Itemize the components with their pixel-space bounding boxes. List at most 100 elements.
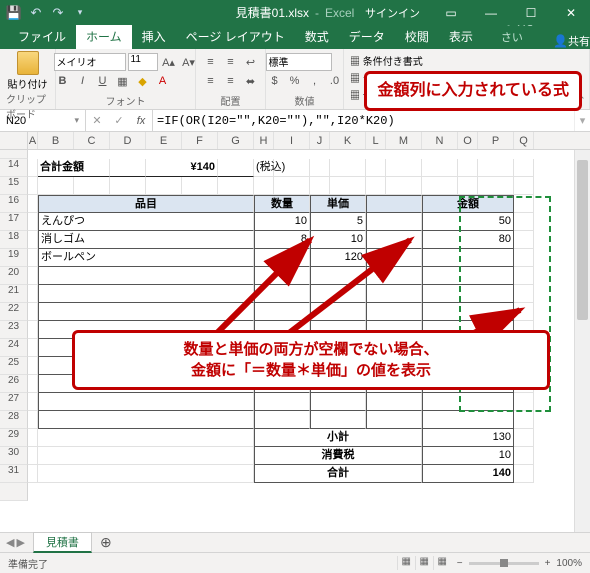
item-name-0[interactable]: えんぴつ (38, 213, 254, 231)
row-31[interactable]: 31 合計 140 (0, 465, 590, 483)
view-buttons[interactable]: ▦▦▦ (397, 556, 451, 570)
col-A[interactable]: A (28, 132, 38, 149)
zoom-slider[interactable] (469, 562, 539, 565)
tab-insert[interactable]: 挿入 (132, 24, 176, 49)
conditional-formatting-button[interactable]: ▦ 条件付き書式 (350, 53, 452, 68)
increase-decimal-icon[interactable]: .0 (326, 72, 344, 90)
row-16[interactable]: 16 品目 数量 単価 金額 (0, 195, 590, 213)
normal-view-icon[interactable]: ▦ (397, 556, 415, 570)
underline-button[interactable]: U (94, 72, 112, 90)
col-I[interactable]: I (274, 132, 310, 149)
col-E[interactable]: E (146, 132, 182, 149)
percent-format-icon[interactable]: % (286, 72, 304, 90)
save-icon[interactable]: 💾 (4, 3, 24, 23)
tax-incl[interactable]: (税込) (254, 159, 274, 177)
row-15[interactable]: 15 (0, 177, 590, 195)
row-27[interactable]: 27 (0, 393, 590, 411)
row-21[interactable]: 21 (0, 285, 590, 303)
item-price-0[interactable]: 5 (310, 213, 366, 231)
tab-home[interactable]: ホーム (76, 24, 132, 49)
redo-icon[interactable]: ↷ (48, 3, 68, 23)
row-29[interactable]: 29 小計 130 (0, 429, 590, 447)
tax-value[interactable]: 10 (422, 447, 514, 465)
increase-font-icon[interactable]: A▴ (160, 53, 178, 71)
formula-input[interactable]: =IF(OR(I20="",K20=""),"",I20*K20) (153, 110, 574, 131)
subtotal-value[interactable]: 130 (422, 429, 514, 447)
row-30[interactable]: 30 消費税 10 (0, 447, 590, 465)
cancel-formula-icon[interactable]: ✕ (86, 114, 108, 127)
grand-label[interactable]: 合計 (254, 465, 422, 483)
item-qty-0[interactable]: 10 (254, 213, 310, 231)
accounting-format-icon[interactable]: $ (266, 72, 284, 90)
close-button[interactable]: ✕ (552, 0, 590, 25)
tab-file[interactable]: ファイル (8, 24, 76, 49)
col-Q[interactable]: Q (514, 132, 534, 149)
vertical-scrollbar[interactable] (574, 150, 590, 532)
italic-button[interactable]: I (74, 72, 92, 90)
col-F[interactable]: F (182, 132, 218, 149)
comma-format-icon[interactable]: , (306, 72, 324, 90)
total-label[interactable]: 合計金額 (38, 159, 110, 177)
col-P[interactable]: P (478, 132, 514, 149)
merge-cells-icon[interactable]: ⬌ (242, 72, 260, 90)
signin-link[interactable]: サインイン (355, 5, 430, 21)
hdr-qty[interactable]: 数量 (254, 195, 310, 213)
align-left-icon[interactable]: ≡ (202, 72, 220, 90)
row-14[interactable]: 14 合計金額 ¥140 (税込) (0, 159, 590, 177)
tab-review[interactable]: 校閲 (395, 24, 439, 49)
row-28[interactable]: 28 (0, 411, 590, 429)
item-price-2[interactable]: 120 (310, 249, 366, 267)
page-layout-view-icon[interactable]: ▦ (415, 556, 433, 570)
enter-formula-icon[interactable]: ✓ (108, 114, 130, 127)
hdr-price[interactable]: 単価 (310, 195, 366, 213)
item-price-1[interactable]: 10 (310, 231, 366, 249)
paste-button[interactable]: 貼り付け (8, 51, 48, 91)
ribbon-options-icon[interactable]: ▭ (432, 0, 470, 25)
align-center-icon[interactable]: ≡ (222, 72, 240, 90)
align-top-icon[interactable]: ≡ (202, 53, 220, 71)
border-button[interactable]: ▦ (114, 72, 132, 90)
col-N[interactable]: N (422, 132, 458, 149)
col-B[interactable]: B (38, 132, 74, 149)
hdr-item[interactable]: 品目 (38, 195, 254, 213)
hdr-spacer[interactable] (366, 195, 422, 213)
col-O[interactable]: O (458, 132, 478, 149)
page-break-view-icon[interactable]: ▦ (433, 556, 451, 570)
item-qty-1[interactable]: 8 (254, 231, 310, 249)
sheet-nav[interactable]: ◀▶ (0, 536, 31, 549)
col-H[interactable]: H (254, 132, 274, 149)
col-C[interactable]: C (74, 132, 110, 149)
item-amount-0[interactable]: 50 (422, 213, 514, 231)
undo-icon[interactable]: ↶ (26, 3, 46, 23)
col-K[interactable]: K (330, 132, 366, 149)
maximize-button[interactable]: ☐ (512, 0, 550, 25)
row-18[interactable]: 18 消しゴム 8 10 80 (0, 231, 590, 249)
item-name-1[interactable]: 消しゴム (38, 231, 254, 249)
col-J[interactable]: J (310, 132, 330, 149)
col-D[interactable]: D (110, 132, 146, 149)
total-value[interactable]: ¥140 (146, 159, 218, 177)
sheet-tab-active[interactable]: 見積書 (33, 532, 92, 553)
col-M[interactable]: M (386, 132, 422, 149)
select-all-corner[interactable] (0, 132, 28, 149)
number-format-select[interactable]: 標準 (266, 53, 332, 71)
qat-customize-icon[interactable]: ▾ (70, 3, 90, 23)
font-size-select[interactable]: 11 (128, 53, 158, 71)
item-qty-2[interactable] (254, 249, 310, 267)
row-17[interactable]: 17 えんぴつ 10 5 50 (0, 213, 590, 231)
minimize-button[interactable]: — (472, 0, 510, 25)
expand-formula-bar-icon[interactable]: ▾ (574, 110, 590, 131)
tab-data[interactable]: データ (339, 24, 395, 49)
row-19[interactable]: 19 ボールペン 120 (0, 249, 590, 267)
item-amount-1[interactable]: 80 (422, 231, 514, 249)
hdr-amount[interactable]: 金額 (422, 195, 514, 213)
share-button[interactable]: 👤共有 (553, 33, 590, 49)
zoom-in-button[interactable]: + (545, 558, 551, 569)
tax-label[interactable]: 消費税 (254, 447, 422, 465)
scrollbar-thumb[interactable] (577, 160, 588, 320)
subtotal-label[interactable]: 小計 (254, 429, 422, 447)
item-amount-2[interactable] (422, 249, 514, 267)
cells-area[interactable]: 14 合計金額 ¥140 (税込) 15 16 品目 数量 単価 金額 17 え… (0, 150, 590, 501)
grand-value[interactable]: 140 (422, 465, 514, 483)
font-name-select[interactable]: メイリオ (54, 53, 126, 71)
